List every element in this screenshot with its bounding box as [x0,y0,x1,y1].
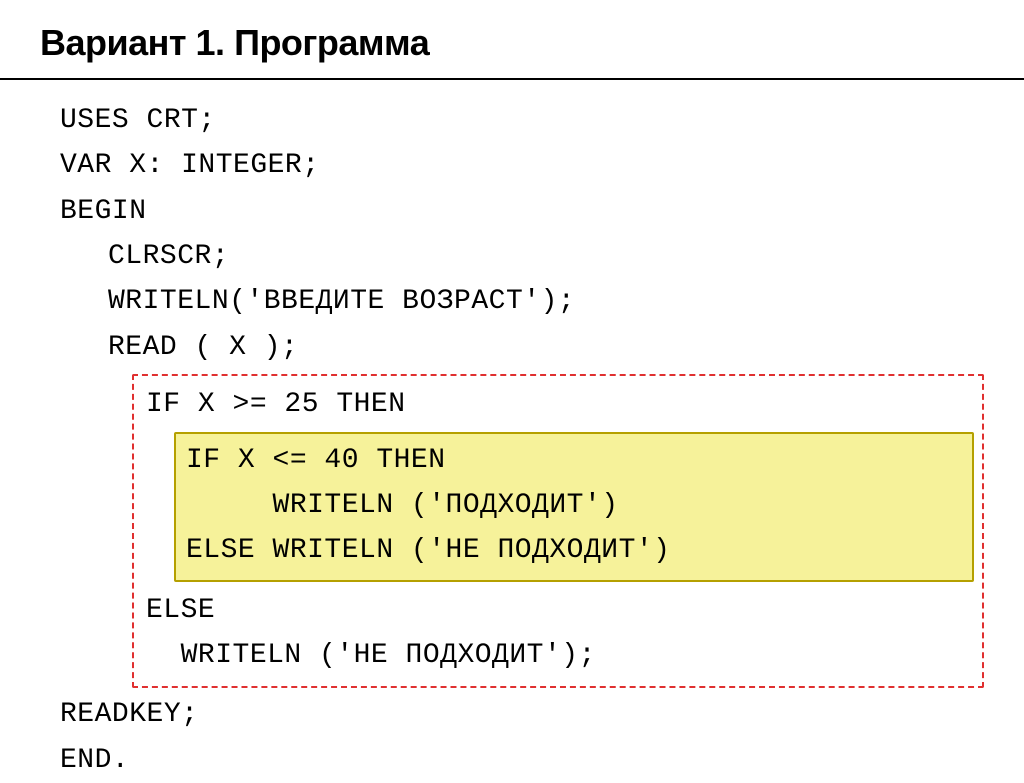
title-bar: Вариант 1. Программа [0,0,1024,78]
code-block: USES CRT; VAR X: INTEGER; BEGIN CLRSCR; … [0,80,1024,783]
code-line: READKEY; [60,692,1024,737]
code-line: READ ( X ); [60,325,1024,370]
code-line: USES CRT; [60,98,1024,143]
code-line: WRITELN ('ПОДХОДИТ') [186,483,962,528]
code-line: CLRSCR; [60,234,1024,279]
inner-if-box: IF X <= 40 THEN WRITELN ('ПОДХОДИТ') ELS… [174,432,974,582]
code-line: IF X <= 40 THEN [186,438,962,483]
code-line: WRITELN ('НЕ ПОДХОДИТ'); [146,633,974,678]
code-line: END. [60,738,1024,783]
slide: Вариант 1. Программа USES CRT; VAR X: IN… [0,0,1024,767]
code-line: VAR X: INTEGER; [60,143,1024,188]
code-line: WRITELN('ВВЕДИТЕ ВОЗРАСТ'); [60,279,1024,324]
page-title: Вариант 1. Программа [40,22,984,64]
code-line: ELSE WRITELN ('НЕ ПОДХОДИТ') [186,528,962,573]
code-line: IF X >= 25 THEN [146,382,974,427]
code-line: BEGIN [60,189,1024,234]
outer-if-box: IF X >= 25 THEN IF X <= 40 THEN WRITELN … [132,374,984,688]
code-line: ELSE [146,588,974,633]
